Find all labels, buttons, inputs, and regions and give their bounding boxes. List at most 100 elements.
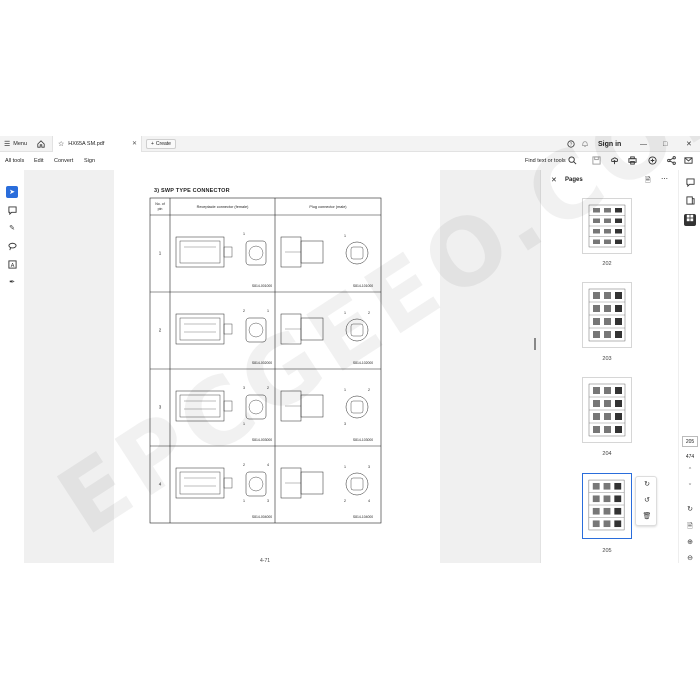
thumbnail-figure (593, 413, 600, 420)
ai-assistant-icon[interactable] (648, 156, 657, 165)
refresh-icon[interactable]: ↻ (684, 505, 696, 517)
part-code: S814-001000 (252, 284, 272, 288)
pin-callout: 2 (243, 309, 245, 313)
maximize-icon[interactable]: □ (663, 136, 667, 152)
thumbnail-figure (593, 292, 600, 299)
pin-count: 4 (159, 482, 162, 487)
thumbnail-label: 202 (602, 261, 612, 267)
chevron-up-icon[interactable]: ˆ (684, 468, 696, 480)
connector-body (175, 467, 225, 499)
upload-icon[interactable] (610, 156, 619, 165)
plus-icon: + (151, 141, 154, 147)
page-thumbnail[interactable] (582, 377, 632, 443)
close-window-icon[interactable]: ✕ (686, 136, 692, 152)
connector-face (248, 245, 264, 261)
acrobat-window: ☰ Menu ☆ HX65A SM.pdf ✕ + Create ? Sign … (0, 136, 700, 563)
connector-body (179, 471, 221, 495)
connector-body (300, 240, 324, 264)
menu-convert[interactable]: Convert (54, 158, 73, 164)
email-icon[interactable] (684, 156, 693, 165)
pin-count: 2 (159, 328, 162, 333)
help-icon[interactable]: ? (567, 136, 575, 152)
lasso-icon[interactable] (6, 240, 18, 252)
save-icon[interactable] (592, 156, 601, 165)
thumbnail-figure (604, 229, 611, 234)
thumbnail-label: 205 (602, 548, 612, 554)
pin-callout: 2 (267, 386, 269, 390)
connector-face (345, 395, 369, 419)
share-icon[interactable] (667, 156, 676, 165)
pdf-page: 3) SWP TYPE CONNECTOR No. of pin Receptacl… (114, 170, 440, 563)
panel-resize-handle[interactable] (534, 338, 536, 350)
star-icon[interactable]: ☆ (58, 140, 64, 148)
header-male: Plug connector (male) (309, 205, 347, 209)
pin-callout: 1 (243, 499, 245, 503)
thumbnail-figure (614, 520, 622, 528)
connector-face (248, 476, 264, 492)
connector-face (350, 246, 364, 260)
page-fit-icon[interactable]: 🗎 (684, 522, 696, 534)
pages-panel-title: Pages (565, 177, 583, 183)
pin-callout: 1 (344, 388, 346, 392)
bookmarks-icon[interactable] (684, 196, 696, 208)
part-code: S814-103000 (353, 438, 373, 442)
text-box-icon[interactable]: A (6, 258, 18, 270)
current-page-field[interactable]: 205 (682, 436, 698, 447)
document-viewport[interactable]: 3) SWP TYPE CONNECTOR No. of pin Receptacl… (24, 170, 540, 563)
page-thumbnails-icon[interactable] (684, 214, 696, 226)
zoom-in-icon[interactable]: ⊕ (684, 538, 696, 550)
signature-icon[interactable]: ✒ (6, 276, 18, 288)
thumbnail-figure (614, 507, 622, 515)
connector-latch (223, 400, 233, 412)
find-text-button[interactable]: Find text or tools (525, 158, 566, 164)
search-icon[interactable] (568, 156, 577, 165)
part-code: S814-104000 (353, 515, 373, 519)
print-icon[interactable] (628, 156, 637, 165)
connector-body (175, 236, 225, 268)
menu-sign[interactable]: Sign (84, 158, 95, 164)
thumbnail-figure (615, 229, 622, 234)
connector-latch (223, 323, 233, 335)
pin-callout: 4 (267, 463, 269, 467)
rotate-counterclockwise-icon[interactable]: ↺ (642, 496, 652, 506)
create-button[interactable]: + Create (146, 139, 176, 149)
part-code: S814-004000 (252, 515, 272, 519)
thumbnail-figure (604, 387, 611, 394)
add-comment-icon[interactable] (6, 204, 18, 216)
thumbnail-figure (603, 520, 611, 528)
page-thumbnail-selected[interactable] (582, 473, 632, 539)
thumbnail-figure (593, 387, 600, 394)
thumbnail-figure (615, 426, 622, 433)
insert-page-icon[interactable]: 🗎 (645, 176, 651, 187)
home-button[interactable] (37, 136, 45, 152)
thumbnail-figure (615, 305, 622, 312)
zoom-out-icon[interactable]: ⊖ (684, 554, 696, 563)
pen-draw-icon[interactable]: ✎ (6, 222, 18, 234)
pin-callout: 2 (243, 463, 245, 467)
minimize-icon[interactable]: — (640, 136, 647, 152)
comments-icon[interactable] (684, 178, 696, 190)
page-thumbnail[interactable] (582, 282, 632, 348)
menu-edit[interactable]: Edit (34, 158, 43, 164)
page-thumbnail[interactable] (582, 198, 632, 254)
connector-body (300, 317, 324, 341)
document-tab[interactable]: ☆ HX65A SM.pdf ✕ (52, 136, 142, 152)
chevron-down-icon[interactable]: ˇ (684, 484, 696, 496)
home-icon (37, 140, 45, 148)
menu-button[interactable]: ☰ Menu (4, 136, 27, 152)
close-panel-icon[interactable]: ✕ (551, 176, 557, 184)
more-options-icon[interactable]: ⋯ (661, 175, 668, 183)
pin-callout: 3 (344, 422, 346, 426)
pin-callout: 2 (344, 499, 346, 503)
pin-callout: 1 (243, 422, 245, 426)
thumbnail-figure (604, 400, 611, 407)
thumbnail-figure (593, 208, 600, 213)
rotate-clockwise-icon[interactable]: ↻ (642, 480, 652, 490)
select-cursor-icon[interactable]: ➤ (6, 186, 18, 198)
sign-in-button[interactable]: Sign in (598, 136, 621, 152)
delete-page-icon[interactable]: 🗑 (642, 512, 652, 522)
menu-all-tools[interactable]: All tools (5, 158, 24, 164)
thumbnail-figure (615, 413, 622, 420)
notification-bell-icon[interactable] (581, 136, 589, 152)
close-tab-icon[interactable]: ✕ (132, 140, 137, 147)
